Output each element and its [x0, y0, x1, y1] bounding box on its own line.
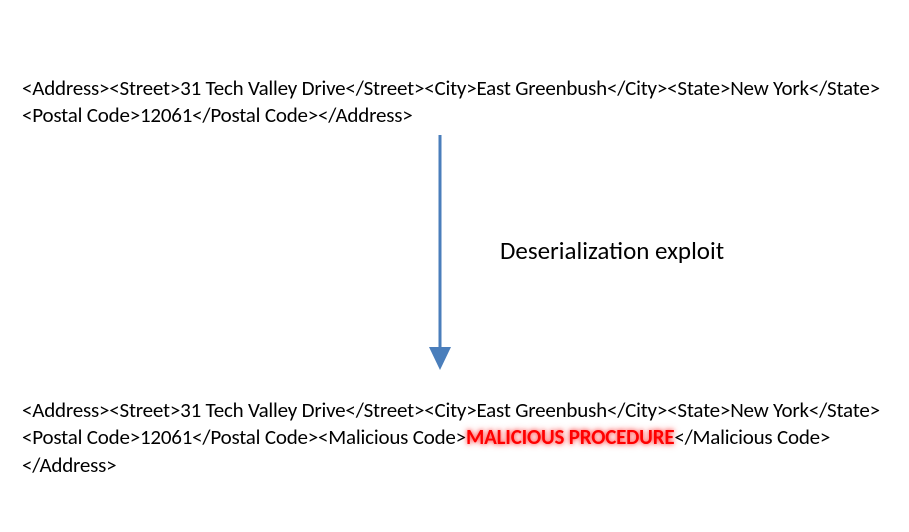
- modified-xml-block: <Address><Street>31 Tech Valley Drive</S…: [22, 397, 892, 479]
- arrow-label: Deserialization exploit: [500, 235, 724, 266]
- arrow-container: [420, 135, 460, 370]
- arrow-down-icon: [420, 135, 460, 370]
- malicious-code-text: MALICIOUS PROCEDURE: [466, 424, 674, 450]
- original-xml-text: <Address><Street>31 Tech Valley Drive</S…: [22, 75, 880, 128]
- original-xml-block: <Address><Street>31 Tech Valley Drive</S…: [22, 75, 892, 130]
